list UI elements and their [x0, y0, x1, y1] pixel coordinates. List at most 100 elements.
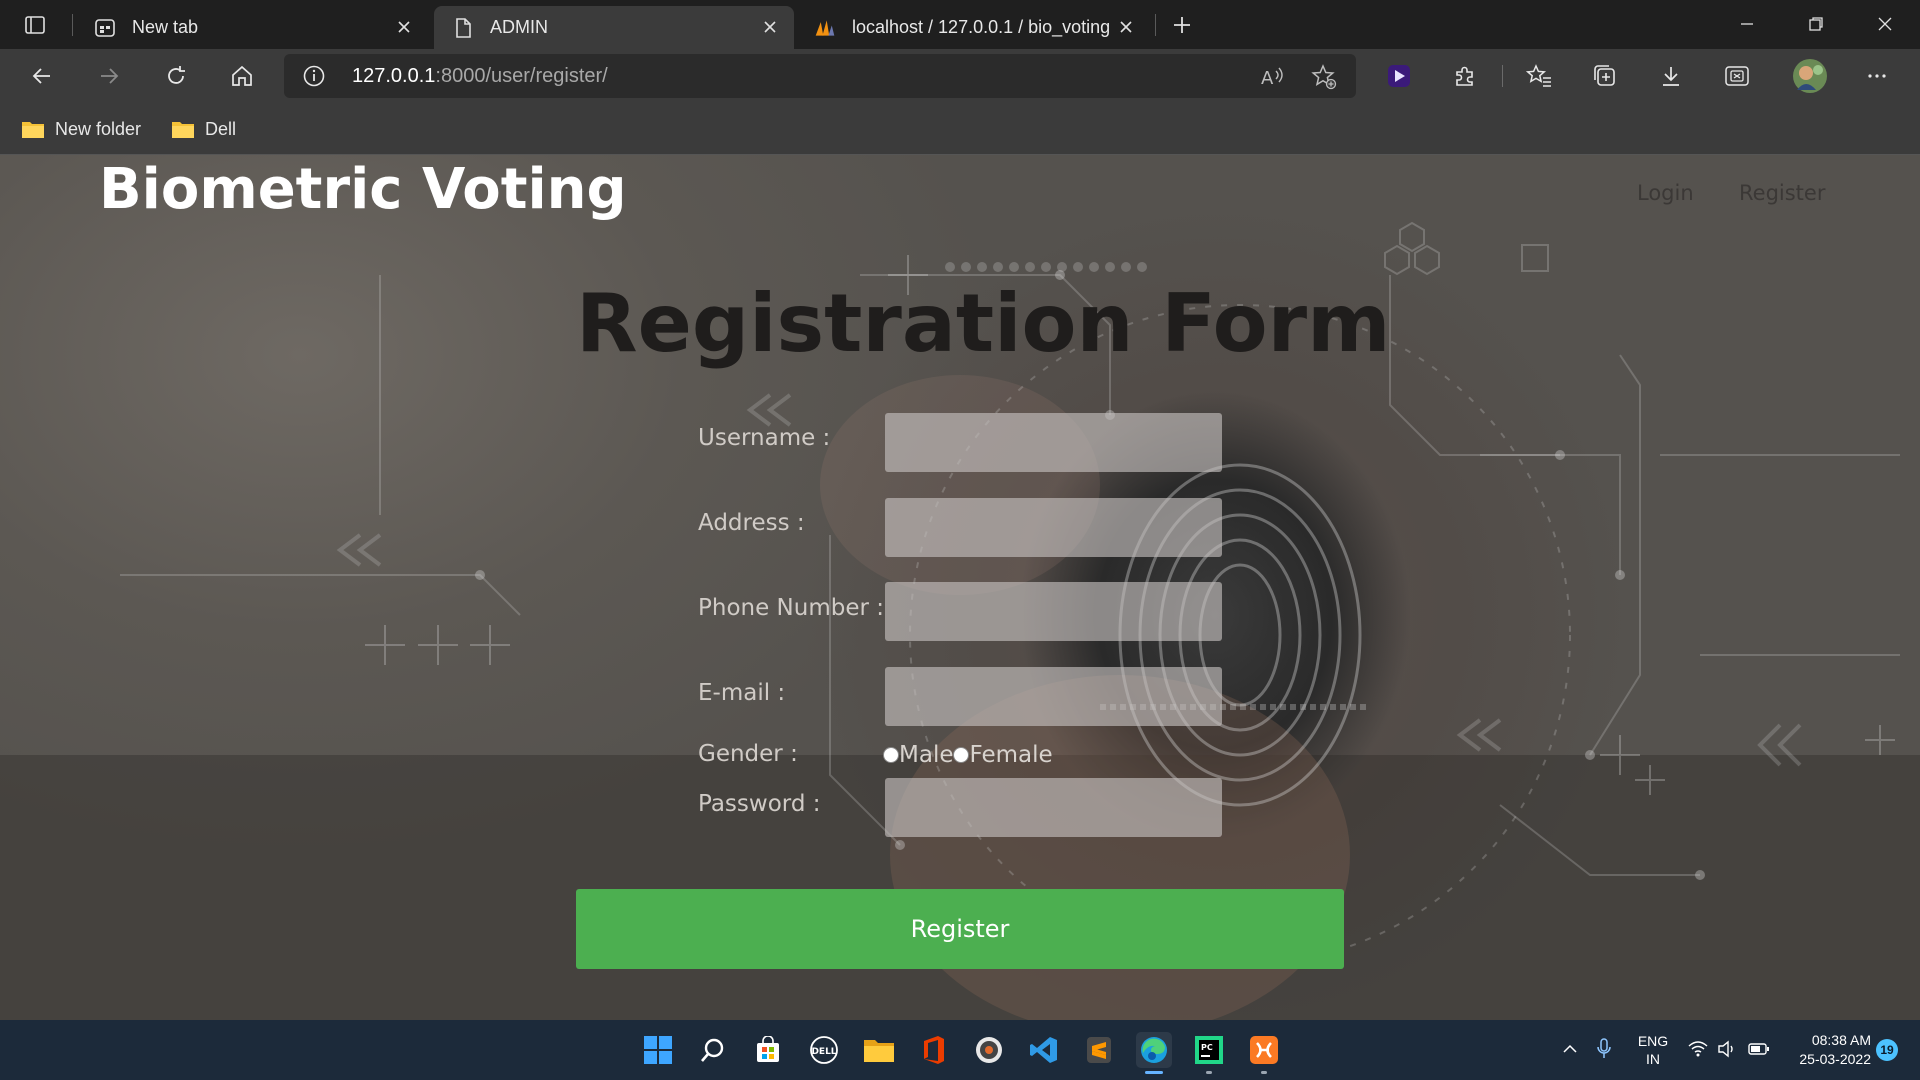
register-button[interactable]: Register	[576, 889, 1344, 969]
windows-taskbar: DELL PC ENG IN 08:38 AM 25-03-2022 19	[0, 1020, 1920, 1080]
taskbar-office[interactable]	[916, 1032, 952, 1068]
gender-label: Gender :	[698, 741, 798, 767]
taskbar-sublime[interactable]	[1081, 1032, 1117, 1068]
gender-male-radio[interactable]	[883, 747, 899, 763]
svg-text:A: A	[1261, 68, 1274, 89]
language-indicator[interactable]: ENG IN	[1636, 1032, 1670, 1068]
wifi-tray-button[interactable]	[1684, 1034, 1712, 1064]
tab-phpmyadmin[interactable]: localhost / 127.0.0.1 / bio_voting	[796, 6, 1150, 49]
file-explorer-icon	[864, 1040, 894, 1062]
taskbar-vscode[interactable]	[1026, 1032, 1062, 1068]
media-extension-icon	[1388, 65, 1410, 87]
close-icon[interactable]	[1116, 17, 1136, 37]
settings-more-button[interactable]	[1859, 58, 1895, 94]
collections-icon	[1594, 65, 1615, 86]
refresh-button[interactable]	[158, 58, 194, 94]
favorite-dell[interactable]: Dell	[171, 115, 236, 143]
username-field[interactable]	[885, 413, 1222, 472]
password-field[interactable]	[885, 778, 1222, 837]
running-indicator	[1206, 1071, 1212, 1074]
start-button[interactable]	[640, 1032, 676, 1068]
refresh-icon	[168, 66, 185, 84]
url-text[interactable]: 127.0.0.1:8000/user/register/	[352, 65, 608, 88]
battery-tray-button[interactable]	[1745, 1034, 1773, 1064]
tab-title: ADMIN	[490, 17, 548, 37]
close-icon[interactable]	[394, 17, 414, 37]
browser-tab-bar: New tab ADMIN localhost / 127.0.0.1 / bi…	[0, 0, 1920, 49]
folder-icon	[22, 122, 44, 138]
close-icon[interactable]	[760, 17, 780, 37]
gender-radio-group: Male Female	[883, 740, 1053, 770]
read-aloud-button[interactable]: A	[1257, 62, 1287, 92]
taskbar-pycharm[interactable]: PC	[1191, 1032, 1227, 1074]
document-icon	[452, 17, 474, 39]
media-player-icon	[976, 1037, 1002, 1063]
close-window-button[interactable]	[1865, 8, 1905, 40]
site-info-icon[interactable]	[302, 64, 326, 88]
math-solver-icon	[1725, 66, 1749, 86]
gender-female-radio[interactable]	[953, 747, 970, 763]
forward-button[interactable]	[91, 58, 127, 94]
taskbar-xampp[interactable]	[1246, 1032, 1282, 1074]
restore-button[interactable]	[1796, 8, 1836, 40]
taskbar-dell[interactable]: DELL	[806, 1032, 842, 1068]
taskbar-search[interactable]	[695, 1032, 731, 1068]
tab-title: localhost / 127.0.0.1 / bio_voting	[852, 17, 1111, 37]
extension-button[interactable]	[1381, 58, 1417, 94]
show-hidden-icons-button[interactable]	[1556, 1034, 1584, 1064]
brand-logo-text[interactable]: Biometric Voting	[99, 157, 627, 222]
taskbar-edge[interactable]	[1136, 1032, 1172, 1074]
nav-login-link[interactable]: Login	[1637, 181, 1694, 205]
microphone-tray-button[interactable]	[1590, 1034, 1618, 1064]
office-icon	[924, 1036, 944, 1064]
nav-register-link[interactable]: Register	[1739, 181, 1825, 205]
notification-badge[interactable]: 19	[1876, 1039, 1898, 1061]
gender-female-label: Female	[969, 742, 1053, 768]
new-tab-button[interactable]	[1167, 10, 1197, 40]
chevron-up-icon	[1563, 1044, 1577, 1053]
system-clock[interactable]: 08:38 AM 25-03-2022	[1785, 1031, 1871, 1069]
favorite-new-folder[interactable]: New folder	[21, 115, 141, 143]
address-field[interactable]	[885, 498, 1222, 557]
svg-text:DELL: DELL	[811, 1047, 836, 1057]
math-solver-button[interactable]	[1719, 58, 1755, 94]
phone-number-label: Phone Number :	[698, 595, 885, 621]
username-label: Username :	[698, 425, 831, 451]
downloads-button[interactable]	[1653, 58, 1689, 94]
download-icon	[1663, 67, 1679, 86]
tab-admin[interactable]: ADMIN	[434, 6, 794, 49]
arrow-left-icon	[32, 68, 50, 84]
tab-actions-icon	[25, 16, 45, 34]
back-button[interactable]	[24, 58, 60, 94]
wifi-icon	[1688, 1041, 1708, 1057]
address-bar[interactable]: 127.0.0.1:8000/user/register/ A	[284, 54, 1356, 98]
star-add-icon	[1311, 64, 1337, 90]
language-code: ENG	[1637, 1033, 1669, 1049]
favorites-button[interactable]	[1521, 58, 1557, 94]
add-favorite-button[interactable]	[1309, 62, 1339, 92]
windows-start-icon	[644, 1036, 672, 1064]
running-indicator	[1261, 1071, 1267, 1074]
favorites-bar: New folder Dell	[0, 103, 1920, 155]
email-field[interactable]	[885, 667, 1222, 726]
clock-date: 25-03-2022	[1799, 1051, 1871, 1067]
taskbar-file-explorer[interactable]	[861, 1032, 897, 1068]
collections-button[interactable]	[1587, 58, 1623, 94]
minimize-button[interactable]	[1727, 8, 1767, 40]
volume-tray-button[interactable]	[1713, 1034, 1741, 1064]
taskbar-media-app[interactable]	[971, 1032, 1007, 1068]
toolbar-separator	[1502, 65, 1503, 87]
taskbar-microsoft-store[interactable]	[750, 1032, 786, 1068]
svg-text:PC: PC	[1201, 1043, 1213, 1052]
tab-actions-button[interactable]	[18, 10, 52, 40]
phone-number-field[interactable]	[885, 582, 1222, 641]
profile-button[interactable]	[1789, 55, 1831, 97]
dell-icon: DELL	[810, 1036, 838, 1064]
home-button[interactable]	[224, 58, 260, 94]
tab-new-tab[interactable]: New tab	[76, 6, 428, 49]
puzzle-icon	[1456, 66, 1473, 86]
volume-icon	[1718, 1040, 1733, 1058]
extensions-button[interactable]	[1447, 58, 1483, 94]
microphone-icon	[1597, 1038, 1611, 1058]
phpmyadmin-icon	[814, 17, 836, 39]
